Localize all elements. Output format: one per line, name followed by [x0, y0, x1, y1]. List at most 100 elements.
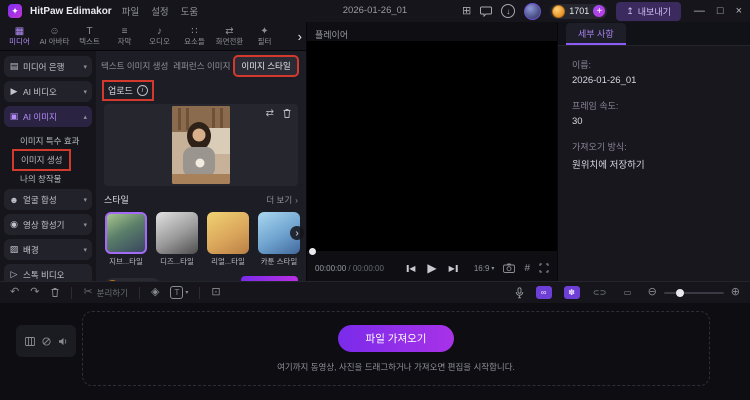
download-icon[interactable]: ↓ [501, 4, 516, 18]
record-voiceover-button[interactable] [515, 286, 524, 299]
tab-media[interactable]: ▦ 미디어 [2, 26, 37, 46]
minimize-button[interactable]: — [694, 5, 705, 17]
delete-button[interactable] [50, 287, 60, 298]
replace-image-icon[interactable]: ⇄ [266, 108, 274, 119]
styles-scroll-right[interactable]: › [290, 226, 304, 240]
badge-icon[interactable]: ◈ [151, 287, 159, 298]
tab-audio[interactable]: ♪ 오디오 [142, 26, 177, 46]
field-import-method-label: 가져오기 방식: [572, 142, 627, 152]
tab-elements[interactable]: ∷ 요소들 [177, 26, 212, 46]
zoom-in-button[interactable]: ⊕ [731, 287, 740, 298]
tab-image-style[interactable]: 이미지 스타일 [233, 55, 299, 77]
sidebar-item-ai-video[interactable]: ▶ AI 비디오 ▾ [4, 81, 92, 102]
tab-details[interactable]: 세부 사항 [566, 23, 626, 45]
redo-button[interactable]: ↷ [30, 287, 39, 298]
tab-text[interactable]: T 텍스트 [72, 26, 107, 46]
link-clips-toggle[interactable]: ∞ [535, 286, 552, 299]
zoom-slider[interactable] [663, 288, 724, 297]
ribbon-scroll-right[interactable]: › [298, 29, 304, 44]
upload-label: 업로드 [108, 86, 133, 96]
see-more-link[interactable]: 더 보기 › [266, 194, 298, 206]
info-icon[interactable]: i [136, 85, 148, 96]
player-controls: 00:00:00 / 00:00:00 ◀ ▶ ▶ 16:9 ▾ # [307, 255, 557, 281]
zoom-out-button[interactable]: ⊖ [648, 287, 657, 298]
auto-magnetic-toggle[interactable]: ✽ [563, 286, 580, 299]
logo-glyph: ✦ [11, 5, 19, 16]
layout-icon[interactable]: ⊞ [462, 5, 471, 17]
playhead[interactable] [309, 248, 316, 255]
style-thumb-label: 카툰 스타일 [260, 257, 298, 266]
tab-subtitle[interactable]: ≡ 자막 [107, 26, 142, 46]
sidebar-item-video-compositor[interactable]: ◉ 영상 합성기 ▾ [4, 214, 92, 235]
sidebar: ▤ 미디어 은행 ▾ ▶ AI 비디오 ▾ ▣ AI 이미지 ▴ 이미지 특수 … [0, 51, 96, 281]
sidebar-subitem-image-generation[interactable]: 이미지 생성 [11, 149, 72, 171]
filter-icon: ✦ [260, 26, 269, 37]
tab-transition[interactable]: ⇄ 화면전환 [212, 26, 247, 46]
style-list: 지브...타일 디즈...타일 리얼...타일 카툰 스타일 › [96, 210, 306, 267]
menu-settings[interactable]: 설정 [149, 4, 170, 18]
chevron-down-icon: ▾ [83, 88, 87, 96]
coin-balance[interactable]: 1701 + [550, 3, 608, 19]
tab-ai-avatar[interactable]: ☺ AI 아바타 [37, 26, 72, 46]
tab-text-image-generation[interactable]: 텍스트 이미지 생성 [101, 60, 168, 72]
style-option-ghibli[interactable]: 지브...타일 [104, 212, 148, 267]
time-total: 00:00:00 [352, 263, 384, 273]
play-button[interactable]: ▶ [427, 261, 436, 275]
menu-help[interactable]: 도움 [179, 4, 200, 18]
volume-icon[interactable] [58, 337, 68, 346]
split-label: 분리하기 [96, 287, 128, 298]
style-option-real[interactable]: 리얼...타일 [206, 212, 250, 267]
delete-image-icon[interactable] [282, 108, 292, 119]
track-height-toggle[interactable]: ▭ [620, 286, 636, 299]
sidebar-label: AI 비디오 [23, 86, 57, 97]
sidebar-label: AI 이미지 [23, 111, 57, 122]
sidebar-item-ai-image[interactable]: ▣ AI 이미지 ▴ [4, 106, 92, 127]
sidebar-item-face-swap[interactable]: ☻ 얼굴 합성 ▾ [4, 189, 92, 210]
sidebar-subitem-my-creations[interactable]: 나의 창작물 [4, 169, 92, 189]
tab-filter[interactable]: ✦ 필터 [247, 26, 282, 46]
track-type-icon[interactable] [24, 336, 35, 346]
ripple-edit-toggle[interactable]: ⊂⊃ [592, 286, 608, 299]
media-icon: ▦ [14, 26, 25, 37]
prev-icon: ◀ [409, 263, 416, 273]
snapshot-icon[interactable] [503, 263, 516, 273]
add-coins-button[interactable]: + [593, 5, 606, 17]
chevron-down-icon: ▾ [491, 265, 495, 272]
frame-capture-icon[interactable]: ⊡ [211, 287, 220, 298]
grid-icon[interactable]: # [524, 263, 530, 274]
drop-hint-text: 여기까지 동영상, 사진을 드래그하거나 가져오면 편집을 시작합니다. [277, 361, 515, 372]
video-icon: ▶ [10, 86, 18, 96]
style-option-disney[interactable]: 디즈...타일 [155, 212, 199, 267]
fullscreen-icon[interactable] [539, 263, 549, 273]
split-button[interactable]: ✂ 분리하기 [83, 287, 128, 299]
avatar[interactable] [524, 2, 542, 20]
sidebar-subitem-image-effects[interactable]: 이미지 특수 효과 [4, 131, 92, 151]
undo-button[interactable]: ↶ [10, 287, 19, 298]
zoom-slider-knob[interactable] [675, 288, 684, 297]
quick-text-tool[interactable]: T ▾ [170, 286, 188, 299]
import-files-button[interactable]: 파일 가져오기 [337, 324, 455, 352]
upload-preview-area[interactable]: ⇄ [104, 104, 298, 186]
close-button[interactable]: × [736, 5, 742, 17]
aspect-ratio-select[interactable]: 16:9 ▾ [474, 264, 495, 273]
uploaded-image [172, 106, 230, 184]
tab-label: 필터 [257, 37, 272, 46]
player-seekbar[interactable] [307, 248, 557, 255]
sidebar-item-background[interactable]: ▨ 배경 ▾ [4, 239, 92, 260]
menu-file[interactable]: 파일 [120, 4, 141, 18]
feedback-icon[interactable] [480, 6, 493, 17]
sidebar-item-media-bank[interactable]: ▤ 미디어 은행 ▾ [4, 56, 92, 77]
aspect-ratio-value: 16:9 [473, 263, 490, 273]
maximize-button[interactable]: □ [717, 5, 724, 17]
next-frame-button[interactable]: ▶ [449, 264, 458, 273]
media-drop-zone[interactable]: 파일 가져오기 여기까지 동영상, 사진을 드래그하거나 가져오면 편집을 시작… [82, 311, 710, 386]
previous-frame-button[interactable]: ◀ [406, 263, 416, 273]
sidebar-label: 스톡 비디오 [23, 269, 65, 280]
tab-reference-image[interactable]: 레퍼런스 이미지 [173, 60, 230, 72]
face-icon: ☻ [9, 194, 19, 205]
field-framerate-label: 프레임 속도: [572, 101, 619, 111]
sidebar-item-stock-video[interactable]: ▷ 스톡 비디오 [4, 264, 92, 281]
export-button[interactable]: ↥ 내보내기 [616, 1, 681, 21]
time-separator: / [346, 263, 353, 273]
mute-track-icon[interactable] [41, 336, 51, 346]
